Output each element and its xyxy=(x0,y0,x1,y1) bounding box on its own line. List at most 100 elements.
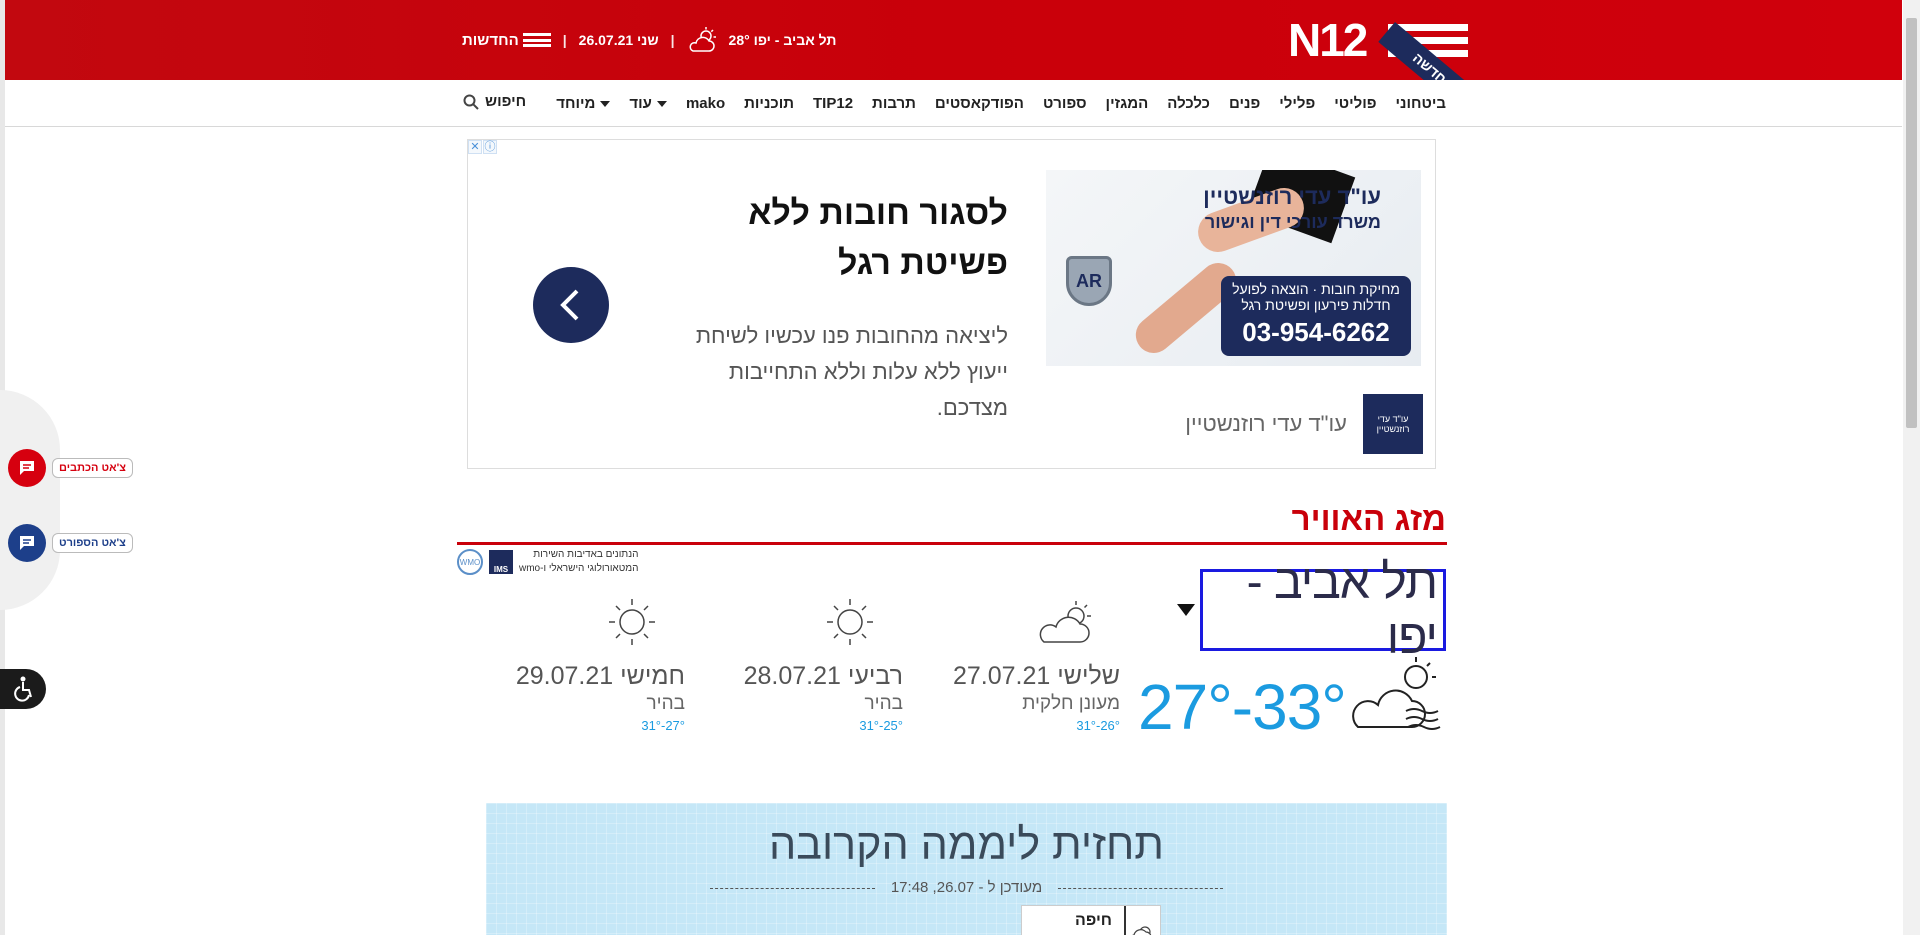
forecast-condition: בהיר xyxy=(646,693,686,714)
chevron-left-icon xyxy=(560,289,579,321)
header-info: החדשות | שני 26.07.21 | תל אביב - יפו 28… xyxy=(462,26,836,54)
ad-services-2: חדלות פירעון ופשיטת רגל xyxy=(1241,297,1391,313)
weather-source-text: הנתונים באדיבות השירות המטאורולוגי הישרא… xyxy=(519,548,638,576)
partly-cloudy-icon xyxy=(689,27,716,52)
ad-image-subtitle: משרד עורכי דין וגישור xyxy=(1204,212,1381,232)
scrollbar-thumb[interactable] xyxy=(1906,18,1917,428)
chat-writers-label: צ'אט הכתבים xyxy=(52,458,133,478)
chevron-down-icon[interactable] xyxy=(1177,604,1195,616)
nav-item-culture[interactable]: תרבות xyxy=(872,95,916,112)
ad-description: ליציאה מהחובות פנו עכשיו לשיחת ייעוץ ללא… xyxy=(695,323,1008,420)
ims-logo-icon: IMS xyxy=(489,550,513,574)
nav-list: ביטחוני פוליטי פלילי פנים כלכלה המגזין ס… xyxy=(556,80,1446,126)
news-link[interactable]: החדשות xyxy=(462,32,551,49)
city-select[interactable]: תל אביב - יפו xyxy=(1200,556,1446,664)
nav-item-security[interactable]: ביטחוני xyxy=(1396,95,1446,112)
advertisement[interactable]: ✕ ⓘ עו"ד עדי רוזנשטיין משרד עורכי דין וג… xyxy=(467,139,1436,469)
header-location-temp: תל אביב - יפו 28° xyxy=(728,32,837,48)
chat-icon xyxy=(8,524,46,562)
forecast-condition: בהיר xyxy=(864,693,904,714)
ad-arrow-button[interactable] xyxy=(533,267,609,343)
chat-sport-label: צ'אט הספורט xyxy=(52,533,133,553)
ribbon-label: גרסה חדשה xyxy=(1378,22,1510,80)
forecast-day: חמישי 29.07.21 בהיר 31°-27° xyxy=(515,596,685,733)
forecast-range: 31°-26° xyxy=(1076,718,1120,733)
ad-phone: 03-954-6262 xyxy=(1242,317,1390,347)
search-label: חיפוש xyxy=(485,93,527,110)
nav-more-label: עוד xyxy=(629,94,652,112)
main-nav: ביטחוני פוליטי פלילי פנים כלכלה המגזין ס… xyxy=(5,80,1902,127)
n12-logo[interactable]: N12 xyxy=(1288,14,1468,66)
forecast-updated: מעודכן ל - 26.07, 17:48 xyxy=(890,879,1043,896)
nav-item-domestic[interactable]: פנים xyxy=(1229,95,1260,112)
forecast-date: רביעי 28.07.21 xyxy=(743,662,903,690)
vertical-scrollbar[interactable] xyxy=(1903,0,1920,935)
nav-item-politics[interactable]: פוליטי xyxy=(1334,95,1376,112)
nav-item-tip12[interactable]: TIP12 xyxy=(813,95,853,112)
nav-item-mako[interactable]: mako xyxy=(686,95,725,112)
divider: | xyxy=(562,32,567,48)
nav-item-shows[interactable]: תוכניות xyxy=(744,95,794,112)
forecast-date: חמישי 29.07.21 xyxy=(515,662,685,690)
advertiser-name: עו"ד עדי רוזנשטיין xyxy=(1185,411,1347,436)
weather-title: מזג האוויר xyxy=(1291,500,1446,537)
forecast-day: שלישי 27.07.21 מעונן חלקית 31°-26° xyxy=(950,596,1120,733)
ad-controls: ✕ ⓘ xyxy=(468,140,497,154)
ad-advertiser[interactable]: עו"ד עדי רוזנשטיין עו"ד עדי רוזנשטיין xyxy=(1185,394,1423,454)
side-chat-panel xyxy=(0,390,60,610)
ad-services: מחיקת חובות · הוצאה לפועל xyxy=(1232,281,1400,297)
weather-divider xyxy=(457,542,1447,545)
ad-phone-box: מחיקת חובות · הוצאה לפועל חדלות פירעון ו… xyxy=(1221,276,1411,356)
nav-item-criminal[interactable]: פלילי xyxy=(1279,95,1315,112)
weather-source: WMO IMS הנתונים באדיבות השירות המטאורולו… xyxy=(457,548,638,576)
nav-special-label: מיוחד xyxy=(556,94,596,112)
ad-image-title: עו"ד עדי רוזנשטיין xyxy=(1203,184,1381,209)
nav-item-economy[interactable]: כלכלה xyxy=(1167,95,1210,112)
top-header: N12 גרסה חדשה החדשות | שני 26.07.21 | תל… xyxy=(5,0,1902,80)
nav-item-more[interactable]: עוד xyxy=(629,95,667,112)
wmo-logo-icon: WMO xyxy=(457,549,483,575)
chevron-down-icon xyxy=(656,100,667,107)
forecast-day: רביעי 28.07.21 בהיר 31°-25° xyxy=(733,596,903,733)
nav-item-special[interactable]: מיוחד xyxy=(556,94,611,112)
header-date: שני 26.07.21 xyxy=(578,32,659,48)
chevron-down-icon xyxy=(600,100,611,107)
forecast-date: שלישי 27.07.21 xyxy=(952,662,1120,690)
ad-info-icon[interactable]: ⓘ xyxy=(483,140,497,154)
partly-cloudy-icon xyxy=(1132,926,1152,935)
search-button[interactable]: חיפוש xyxy=(463,93,526,110)
chat-sport-widget[interactable]: צ'אט הספורט xyxy=(8,524,133,562)
cloudy-windy-icon xyxy=(1352,657,1441,730)
today-temperature: 27°-33° xyxy=(1138,671,1347,743)
ad-image[interactable]: עו"ד עדי רוזנשטיין משרד עורכי דין וגישור… xyxy=(1046,170,1421,366)
news-stripes-icon xyxy=(522,33,551,47)
accessibility-button[interactable] xyxy=(0,669,46,709)
forecast-range: 31°-25° xyxy=(859,718,903,733)
sun-icon xyxy=(827,599,873,645)
sun-icon xyxy=(609,599,655,645)
card-divider xyxy=(1124,906,1126,935)
nav-item-sport[interactable]: ספורט xyxy=(1043,95,1087,112)
city-name: תל אביב - יפו xyxy=(1246,556,1438,664)
shield-logo-icon: AR xyxy=(1066,256,1112,306)
new-version-ribbon[interactable]: גרסה חדשה xyxy=(1378,0,1530,80)
partly-cloudy-icon xyxy=(1039,601,1091,643)
nav-item-podcasts[interactable]: הפודקאסטים xyxy=(935,95,1024,112)
nav-item-magazine[interactable]: המגזין xyxy=(1106,95,1149,112)
ad-close-icon[interactable]: ✕ xyxy=(468,140,482,154)
chat-writers-widget[interactable]: צ'אט הכתבים xyxy=(8,449,133,487)
source-line-2: המטאורולוגי הישראלי ו-wmo xyxy=(519,563,639,574)
forecast-city-card[interactable]: חיפה xyxy=(1021,905,1161,935)
logo-text: N12 xyxy=(1288,14,1368,66)
news-label: החדשות xyxy=(462,31,519,49)
next-day-forecast: תחזית ליממה הקרובה מעודכן ל - 26.07, 17:… xyxy=(486,803,1447,935)
ad-title[interactable]: לסגור חובות ללא פשיטת רגל xyxy=(678,188,1008,288)
accessibility-icon xyxy=(14,676,32,702)
forecast-title: תחזית ליממה הקרובה xyxy=(769,821,1164,869)
source-line-1: הנתונים באדיבות השירות xyxy=(533,549,639,560)
forecast-range: 31°-27° xyxy=(641,718,685,733)
forecast-condition: מעונן חלקית xyxy=(1022,693,1120,714)
divider: | xyxy=(670,32,675,48)
forecast-city: חיפה xyxy=(1075,912,1112,929)
advertiser-logo: עו"ד עדי רוזנשטיין xyxy=(1363,394,1423,454)
